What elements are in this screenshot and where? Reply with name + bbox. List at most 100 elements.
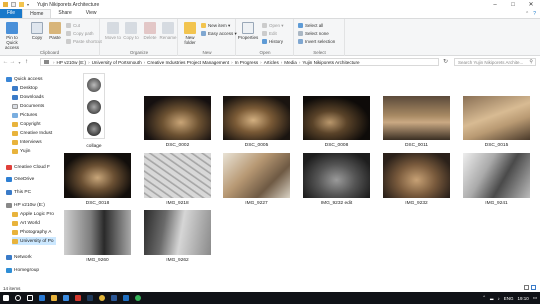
tab-view[interactable]: View bbox=[79, 9, 104, 18]
breadcrumb-in-progress[interactable]: In Progress bbox=[235, 60, 259, 65]
taskbar-app[interactable] bbox=[36, 292, 48, 304]
delete-button[interactable]: Delete bbox=[141, 22, 159, 40]
nav-photography[interactable]: Photography A bbox=[12, 228, 51, 236]
breadcrumb-university[interactable]: University of Portsmouth bbox=[92, 60, 142, 65]
recent-chevron-icon[interactable]: ▾ bbox=[16, 60, 23, 65]
chevron-down-icon[interactable]: ▾ bbox=[27, 2, 31, 7]
file-thumbnail[interactable]: IMG_9262 bbox=[144, 210, 211, 263]
breadcrumb-media[interactable]: Media bbox=[284, 60, 297, 65]
nav-hp-drive[interactable]: HP v210w (E:) bbox=[6, 201, 45, 209]
breadcrumb-articles[interactable]: Articles bbox=[264, 60, 279, 65]
details-view-icon[interactable] bbox=[524, 285, 529, 290]
taskbar-app[interactable] bbox=[12, 292, 24, 304]
folder-icon[interactable] bbox=[3, 2, 8, 7]
cut-button[interactable]: Cut bbox=[66, 22, 80, 29]
chevron-up-icon[interactable]: ⌃ bbox=[525, 11, 529, 17]
file-thumbnail[interactable]: DSC_0015 bbox=[463, 96, 530, 148]
nav-creative-cloud[interactable]: Creative Cloud F bbox=[6, 163, 50, 171]
nav-art-world[interactable]: Art World bbox=[12, 219, 40, 227]
file-thumbnail[interactable]: collage bbox=[83, 73, 105, 149]
file-thumbnail[interactable]: IMG_9260 bbox=[64, 210, 131, 263]
nav-apple-logic-pro[interactable]: Apple Logic Pro bbox=[12, 210, 54, 218]
start-button[interactable] bbox=[0, 292, 12, 304]
taskbar-app[interactable] bbox=[108, 292, 120, 304]
minimize-button[interactable]: – bbox=[486, 0, 504, 9]
file-thumbnail[interactable]: DSC_0008 bbox=[303, 96, 370, 148]
file-thumbnail[interactable]: IMG_9232 bbox=[383, 153, 450, 206]
breadcrumb-project-management[interactable]: Creative Industries Project Management bbox=[147, 60, 229, 65]
properties-button[interactable]: Properties bbox=[238, 22, 258, 40]
nav-desktop[interactable]: Desktop bbox=[12, 84, 38, 92]
taskbar-app[interactable] bbox=[120, 292, 132, 304]
file-thumbnail[interactable]: IMG_9232 edit bbox=[303, 153, 370, 206]
taskbar-app[interactable] bbox=[48, 292, 60, 304]
tab-home[interactable]: Home bbox=[22, 8, 52, 19]
taskbar-app[interactable] bbox=[84, 292, 96, 304]
file-thumbnail[interactable]: DSC_0002 bbox=[144, 96, 211, 148]
new-folder-button[interactable]: New folder bbox=[181, 22, 199, 45]
chevron-up-icon[interactable]: ⌃ bbox=[482, 295, 486, 301]
taskbar-app[interactable] bbox=[60, 292, 72, 304]
volume-icon[interactable]: ♪ bbox=[497, 296, 499, 301]
taskbar-app[interactable] bbox=[24, 292, 36, 304]
move-to-button[interactable]: Move to bbox=[104, 22, 122, 40]
nav-network[interactable]: Network bbox=[6, 253, 32, 261]
back-arrow-icon[interactable]: ← bbox=[2, 59, 9, 65]
forward-arrow-icon[interactable]: → bbox=[9, 59, 16, 65]
select-all-button[interactable]: Select all bbox=[298, 22, 323, 29]
nav-creative-industries[interactable]: Creative Indust bbox=[12, 129, 52, 137]
language-indicator[interactable]: ENG bbox=[504, 296, 514, 301]
properties-icon[interactable] bbox=[11, 2, 16, 7]
pin-quick-access-button[interactable]: Pin to Quick access bbox=[3, 22, 21, 50]
nav-interviews[interactable]: Interviews bbox=[12, 138, 42, 146]
file-thumbnail[interactable]: IMG_9218 bbox=[144, 153, 211, 206]
file-thumbnail[interactable]: DSC_0018 bbox=[64, 153, 131, 206]
breadcrumb-drive[interactable]: HP v210w (E:) bbox=[57, 60, 87, 65]
taskbar-app[interactable] bbox=[72, 292, 84, 304]
nav-university-of-portsmouth[interactable]: University of Po bbox=[12, 237, 56, 245]
copy-path-button[interactable]: Copy path bbox=[66, 30, 94, 37]
nav-yujin[interactable]: Yujin bbox=[12, 147, 30, 155]
copy-button[interactable]: Copy bbox=[28, 22, 46, 40]
file-thumbnail[interactable]: IMG_9241 bbox=[463, 153, 530, 206]
close-button[interactable]: ✕ bbox=[522, 0, 540, 9]
nav-pictures[interactable]: Pictures bbox=[12, 111, 37, 119]
address-bar[interactable]: › HP v210w (E:) › University of Portsmou… bbox=[40, 58, 439, 66]
open-button[interactable]: Open ▾ bbox=[262, 22, 284, 29]
nav-onedrive[interactable]: OneDrive bbox=[6, 175, 34, 183]
paste-button[interactable]: Paste bbox=[46, 22, 64, 40]
invert-selection-button[interactable]: Invert selection bbox=[298, 38, 335, 45]
easy-access-button[interactable]: Easy access ▾ bbox=[201, 30, 237, 37]
new-folder-icon[interactable] bbox=[19, 2, 24, 7]
taskbar-app[interactable] bbox=[96, 292, 108, 304]
nav-homegroup[interactable]: Homegroup bbox=[6, 266, 39, 274]
history-button[interactable]: History bbox=[262, 38, 283, 45]
file-thumbnail[interactable]: DSC_0011 bbox=[383, 96, 450, 148]
network-icon[interactable]: ▂ bbox=[490, 295, 493, 301]
help-icon[interactable]: ? bbox=[533, 11, 536, 17]
large-icons-view-icon[interactable] bbox=[531, 285, 536, 290]
tab-share[interactable]: Share bbox=[51, 9, 78, 18]
edit-button[interactable]: Edit bbox=[262, 30, 277, 37]
file-thumbnail[interactable]: IMG_9227 bbox=[223, 153, 290, 206]
nav-copyright[interactable]: Copyright bbox=[12, 120, 41, 128]
nav-quick-access[interactable]: Quick access bbox=[6, 75, 43, 83]
new-item-button[interactable]: New item ▾ bbox=[201, 22, 230, 29]
nav-downloads[interactable]: Downloads bbox=[12, 93, 44, 101]
maximize-button[interactable]: □ bbox=[504, 0, 522, 9]
select-none-button[interactable]: Select none bbox=[298, 30, 329, 37]
notifications-icon[interactable]: ▭ bbox=[533, 295, 537, 301]
taskbar-app[interactable] bbox=[132, 292, 144, 304]
copy-to-button[interactable]: Copy to bbox=[122, 22, 140, 40]
refresh-icon[interactable]: ↻ bbox=[443, 58, 448, 65]
clock[interactable]: 19:10 bbox=[517, 296, 528, 301]
nav-this-pc[interactable]: This PC bbox=[6, 188, 31, 196]
file-thumbnail[interactable]: DSC_0005 bbox=[223, 96, 290, 148]
paste-shortcut-button[interactable]: Paste shortcut bbox=[66, 38, 102, 45]
tab-file[interactable]: File bbox=[0, 9, 23, 18]
nav-documents[interactable]: Documents bbox=[12, 102, 44, 110]
breadcrumb-current[interactable]: Yujin Nikiporets Architecture bbox=[302, 60, 359, 65]
search-input[interactable]: Search Yujin Nikiporets Archite... ⚲ bbox=[454, 58, 536, 66]
up-arrow-icon[interactable]: ↑ bbox=[23, 59, 30, 65]
rename-button[interactable]: Rename bbox=[159, 22, 177, 40]
